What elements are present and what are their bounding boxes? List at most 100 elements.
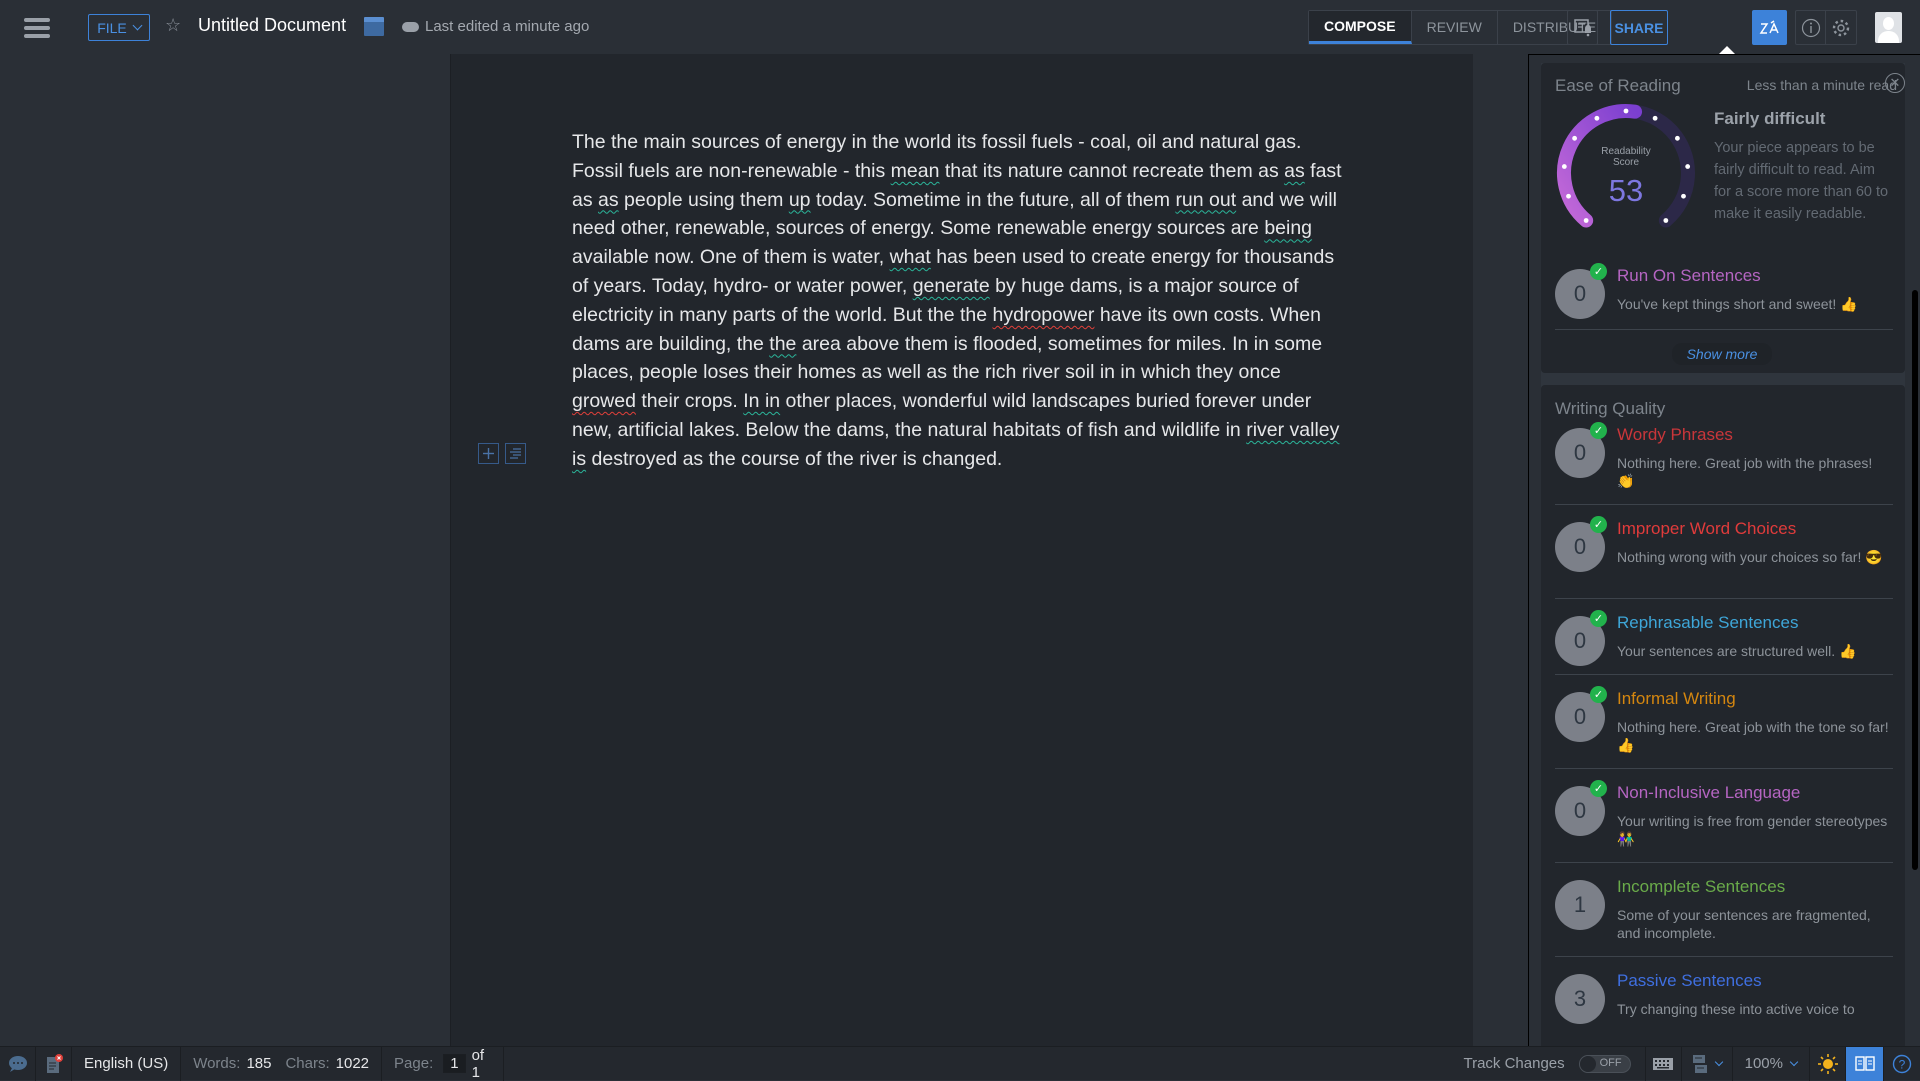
document-body[interactable]: The the main sources of energy in the wo… bbox=[572, 128, 1342, 474]
page-number-input[interactable]: 1 bbox=[443, 1054, 466, 1073]
chat-button[interactable] bbox=[0, 1046, 36, 1081]
settings-button[interactable] bbox=[1826, 11, 1856, 44]
metric-title[interactable]: Incomplete Sentences bbox=[1617, 877, 1785, 897]
grammar-suggestion[interactable]: up bbox=[789, 189, 811, 211]
metric-description: Some of your sentences are fragmented, a… bbox=[1617, 907, 1871, 941]
book-icon bbox=[1854, 1055, 1875, 1071]
metric-title[interactable]: Informal Writing bbox=[1617, 689, 1736, 709]
metric-title[interactable]: Rephrasable Sentences bbox=[1617, 613, 1798, 633]
check-icon: ✓ bbox=[1590, 686, 1607, 703]
grammar-suggestion[interactable]: as bbox=[598, 189, 619, 211]
document-title[interactable]: Untitled Document bbox=[198, 15, 346, 36]
text-run: their crops. bbox=[635, 390, 744, 413]
grammar-suggestion[interactable]: is bbox=[572, 448, 586, 470]
grammar-suggestion[interactable]: river valley bbox=[1246, 419, 1339, 441]
theme-toggle-button[interactable] bbox=[1810, 1046, 1846, 1081]
tab-review[interactable]: REVIEW bbox=[1412, 11, 1498, 44]
panel-scroll-area: Ease of Reading Less than a minute read … bbox=[1541, 63, 1905, 1047]
comment-notification-button[interactable] bbox=[1567, 10, 1598, 45]
metric-description: You've kept things short and sweet! 👍 bbox=[1617, 296, 1858, 312]
avatar-head bbox=[1883, 17, 1894, 30]
chevron-down-icon bbox=[132, 20, 143, 31]
close-panel-button[interactable]: ✕ bbox=[1885, 73, 1905, 93]
svg-text:?: ? bbox=[1899, 1057, 1906, 1071]
status-bar: English (US) Words: 185 Chars: 1022 Page… bbox=[0, 1046, 1920, 1081]
gauge-tick bbox=[1675, 135, 1680, 141]
tab-compose[interactable]: COMPOSE bbox=[1309, 11, 1412, 44]
grammar-suggestion[interactable]: being bbox=[1264, 217, 1312, 239]
words-value: 185 bbox=[246, 1055, 272, 1072]
gauge-tick bbox=[1583, 218, 1589, 223]
spelling-error[interactable]: growed bbox=[572, 390, 636, 412]
metric-title[interactable]: Run On Sentences bbox=[1617, 266, 1761, 286]
divider bbox=[1555, 768, 1893, 769]
check-icon: ✓ bbox=[1590, 263, 1607, 280]
paragraph-format-button[interactable] bbox=[505, 443, 526, 464]
gear-icon bbox=[1832, 19, 1850, 36]
grammar-suggestion[interactable]: generate bbox=[913, 275, 990, 297]
reading-mode-button[interactable] bbox=[1846, 1046, 1884, 1081]
document-error-icon bbox=[46, 1053, 63, 1073]
metric-title[interactable]: Passive Sentences bbox=[1617, 971, 1762, 991]
word-count[interactable]: Words: 185 Chars: 1022 bbox=[181, 1046, 383, 1081]
top-bar: FILE ☆ Untitled Document Last edited a m… bbox=[0, 0, 1920, 55]
words-label: Words: bbox=[193, 1055, 241, 1072]
gauge-tick bbox=[1663, 218, 1669, 223]
grammar-suggestion[interactable]: run out bbox=[1175, 189, 1236, 211]
user-avatar[interactable] bbox=[1875, 12, 1902, 43]
grammar-suggestion[interactable]: as bbox=[1284, 160, 1305, 182]
chevron-down-icon bbox=[1789, 1057, 1799, 1066]
folder-icon[interactable] bbox=[364, 17, 384, 36]
metric-description: Your sentences are structured well. 👍 bbox=[1617, 643, 1857, 659]
gauge-label-line-2: Score bbox=[1612, 157, 1640, 168]
file-menu-button[interactable]: FILE bbox=[88, 14, 150, 41]
grammar-suggestion[interactable]: what bbox=[890, 246, 931, 268]
star-icon[interactable]: ☆ bbox=[165, 15, 181, 36]
gauge-label-line-1: Readability bbox=[1601, 146, 1651, 157]
plus-icon bbox=[483, 448, 494, 459]
divider bbox=[1555, 504, 1893, 505]
document-page[interactable]: The the main sources of energy in the wo… bbox=[450, 54, 1473, 1046]
notification-bell-icon bbox=[1573, 18, 1591, 36]
metric-title[interactable]: Improper Word Choices bbox=[1617, 519, 1796, 539]
add-block-button[interactable] bbox=[478, 443, 499, 464]
read-time: Less than a minute read bbox=[1746, 77, 1897, 93]
panel-scrollbar[interactable] bbox=[1912, 290, 1918, 870]
text-run: destroyed as the course of the river is … bbox=[586, 447, 1003, 470]
zia-icon bbox=[1759, 19, 1779, 34]
help-icon: ? bbox=[1892, 1054, 1912, 1073]
keyboard-button[interactable] bbox=[1646, 1046, 1682, 1081]
zoom-level: 100% bbox=[1744, 1055, 1783, 1072]
readability-description: Your piece appears to be fairly difficul… bbox=[1714, 140, 1889, 222]
metric-count: 3 bbox=[1555, 974, 1605, 1024]
menu-icon[interactable] bbox=[24, 18, 50, 38]
metric-title[interactable]: Wordy Phrases bbox=[1617, 425, 1733, 445]
track-changes-toggle[interactable]: OFF bbox=[1578, 1054, 1631, 1073]
text-run: available now. One of them is water, bbox=[572, 246, 890, 269]
zia-assistant-button[interactable] bbox=[1752, 10, 1787, 45]
share-button[interactable]: SHARE bbox=[1610, 10, 1668, 45]
document-errors-button[interactable] bbox=[36, 1046, 72, 1081]
language-selector[interactable]: English (US) bbox=[72, 1046, 182, 1081]
info-button[interactable] bbox=[1796, 11, 1827, 44]
readability-gauge: Readability Score 53 bbox=[1553, 103, 1699, 243]
page-layout-dropdown[interactable] bbox=[1682, 1046, 1733, 1081]
writing-quality-title: Writing Quality bbox=[1555, 399, 1666, 418]
metric-title[interactable]: Non-Inclusive Language bbox=[1617, 783, 1800, 803]
zoom-dropdown[interactable]: 100% bbox=[1733, 1046, 1810, 1081]
track-changes: Track Changes OFF bbox=[1449, 1046, 1646, 1081]
keyboard-icon bbox=[1653, 1057, 1674, 1070]
align-icon bbox=[510, 448, 521, 459]
grammar-suggestion[interactable]: the bbox=[769, 333, 796, 355]
help-button[interactable]: ? bbox=[1884, 1047, 1920, 1081]
grammar-suggestion[interactable]: mean bbox=[891, 160, 940, 182]
grammar-suggestion[interactable]: In in bbox=[743, 390, 780, 412]
page-label: Page: bbox=[394, 1055, 434, 1072]
spelling-error[interactable]: hydropower bbox=[993, 304, 1095, 326]
divider bbox=[1555, 862, 1893, 863]
paragraph-tools bbox=[478, 443, 526, 464]
show-more-button[interactable]: Show more bbox=[1672, 343, 1772, 365]
metric-description: Try changing these into active voice to bbox=[1617, 1001, 1855, 1017]
zia-insights-panel: Ease of Reading Less than a minute read … bbox=[1528, 54, 1920, 1047]
metric-description: Nothing wrong with your choices so far! … bbox=[1617, 549, 1883, 565]
